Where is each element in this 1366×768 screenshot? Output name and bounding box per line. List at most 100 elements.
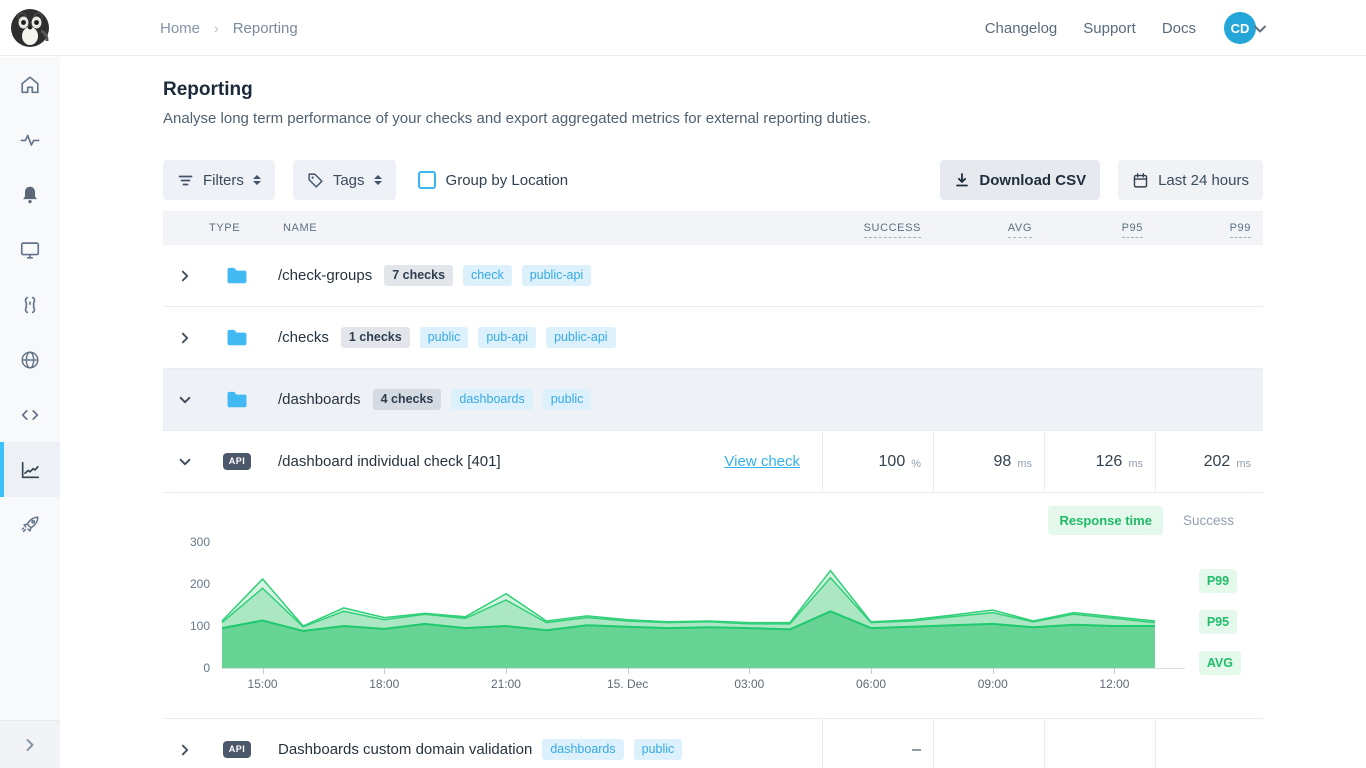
download-csv-button[interactable]: Download CSV [940,160,1100,200]
reporting-table: Type Name Success Avg P95 P99 [163,211,1263,768]
chart-legend: P99 P95 AVG [1199,569,1241,675]
api-type-badge: API [223,741,252,758]
tag[interactable]: public-api [522,265,592,286]
legend-chip-avg[interactable]: AVG [1199,651,1241,675]
table-row-dashboard-individual-check[interactable]: API /dashboard individual check [401] Vi… [163,431,1263,493]
folder-icon [226,329,248,347]
group-name: /checks [278,329,329,346]
sidebar-item-reporting[interactable] [0,442,60,497]
tag[interactable]: public [634,739,683,760]
table-row-checks[interactable]: /checks 1 checks public pub-api public-a… [163,307,1263,369]
p95-cell: 126 ms [1044,431,1155,492]
sidebar-item-private-locations[interactable] [0,332,60,387]
tag[interactable]: dashboards [542,739,623,760]
chevron-right-icon[interactable] [178,269,192,283]
chevron-right-icon[interactable] [178,743,192,757]
sidebar-item-dashboards[interactable] [0,222,60,277]
chart-plot-area [222,536,1155,668]
tag[interactable]: public-api [546,327,616,348]
response-time-toggle[interactable]: Response time [1048,506,1162,535]
p95-cell [1044,719,1155,768]
x-axis-tick [1114,668,1115,674]
support-link[interactable]: Support [1083,20,1136,37]
sidebar-item-alerts[interactable] [0,167,60,222]
x-axis-tick [871,668,872,674]
x-axis-tick [506,668,507,674]
globe-icon [19,349,41,371]
x-axis-tick [628,668,629,674]
tag[interactable]: public [420,327,469,348]
account-menu-chevron-down-icon[interactable] [1252,21,1268,37]
breadcrumb-chevron-icon: › [214,20,219,36]
monitor-icon [19,239,41,261]
sidebar-item-activity[interactable] [0,112,60,167]
check-count-badge: 4 checks [373,389,442,410]
view-check-link[interactable]: View check [724,453,800,470]
tags-button[interactable]: Tags [293,160,396,200]
success-toggle[interactable]: Success [1183,513,1234,528]
filters-button[interactable]: Filters [163,160,275,200]
y-axis-label: 200 [170,577,210,591]
chart-line-icon [19,459,41,481]
tag[interactable]: dashboards [451,389,532,410]
x-axis-label: 21:00 [471,677,541,691]
filter-icon [177,172,194,189]
sidebar-expand-button[interactable] [0,720,60,768]
sidebar-item-maintenance[interactable] [0,277,60,332]
col-success: Success [822,222,933,234]
main-content: Reporting Analyse long term performance … [60,57,1366,768]
rocket-icon [19,514,41,536]
bell-icon [19,184,41,206]
time-range-button[interactable]: Last 24 hours [1118,160,1263,200]
page-description: Analyse long term performance of your ch… [163,110,1263,127]
avg-cell: 98 ms [933,431,1044,492]
group-by-location-toggle[interactable]: Group by Location [418,171,569,189]
folder-icon [226,391,248,409]
chevron-right-icon[interactable] [178,331,192,345]
col-p95: P95 [1044,222,1155,234]
breadcrumb-home[interactable]: Home [160,20,200,37]
col-name: Name [283,222,317,234]
sidebar-item-home[interactable] [0,57,60,112]
tag[interactable]: public [543,389,592,410]
table-row-check-groups[interactable]: /check-groups 7 checks check public-api [163,245,1263,307]
tag[interactable]: check [463,265,512,286]
tags-dropdown-arrows-icon [374,175,382,185]
x-axis-label: 09:00 [958,677,1028,691]
docs-link[interactable]: Docs [1162,20,1196,37]
avg-cell [933,719,1044,768]
sidebar-item-quickstart[interactable] [0,497,60,552]
legend-chip-p99[interactable]: P99 [1199,569,1237,593]
area-chart-svg [222,536,1155,668]
home-icon [19,74,41,96]
sidebar-item-snippets[interactable] [0,387,60,442]
y-axis-label: 0 [170,661,210,675]
x-axis-label: 12:00 [1079,677,1149,691]
response-time-chart: Response time Success P99P95AVG 01002003… [163,493,1263,719]
success-cell: 100 % [822,431,933,492]
tag-icon [307,172,324,189]
table-row-dashboards-custom-domain[interactable]: API Dashboards custom domain validation … [163,719,1263,768]
table-header: Type Name Success Avg P95 P99 [163,211,1263,245]
check-name: /dashboard individual check [401] [278,453,501,470]
topnav: Changelog Support Docs [985,0,1196,56]
x-axis-label: 06:00 [836,677,906,691]
app-logo-raccoon-icon[interactable] [11,9,49,47]
filters-button-label: Filters [203,172,244,189]
changelog-link[interactable]: Changelog [985,20,1058,37]
sidebar [0,57,60,768]
x-axis-tick [993,668,994,674]
chevron-down-icon[interactable] [178,455,192,469]
api-type-badge: API [223,453,252,470]
code-icon [19,404,41,426]
group-by-location-checkbox[interactable] [418,171,436,189]
group-name: /dashboards [278,391,361,408]
chevron-right-icon [22,737,38,753]
folder-icon [226,267,248,285]
table-row-dashboards[interactable]: /dashboards 4 checks dashboards public [163,369,1263,431]
check-name: Dashboards custom domain validation [278,741,532,758]
tag[interactable]: pub-api [478,327,536,348]
chevron-down-icon[interactable] [178,393,192,407]
check-count-badge: 1 checks [341,327,410,348]
legend-chip-p95[interactable]: P95 [1199,610,1237,634]
